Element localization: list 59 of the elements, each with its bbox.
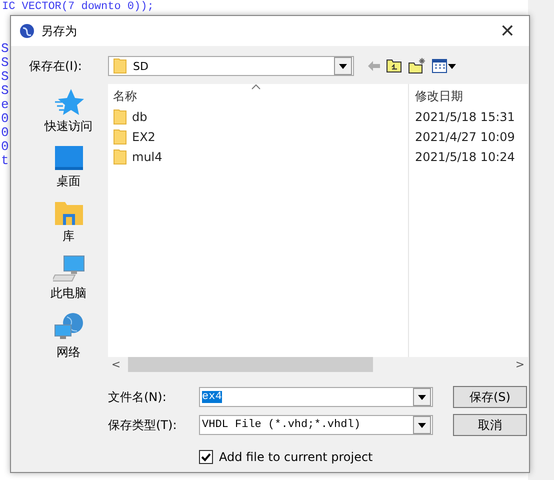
close-button[interactable]: ✕ [494,20,521,42]
code-fragment: 0 [1,126,9,139]
place-item[interactable]: 网络 [52,312,84,361]
code-fragment: e [1,98,9,111]
monitor-icon [54,145,84,171]
save-button[interactable]: 保存(S) [453,386,527,408]
view-menu-icon[interactable] [432,59,456,73]
code-fragment: S [1,70,9,83]
up-folder-icon[interactable] [386,59,402,73]
globe-icon [19,23,35,39]
code-fragment: S [1,56,9,69]
file-name[interactable]: db [132,110,148,124]
modified-date: 2021/5/18 10:24 [415,150,515,164]
checkbox-label: Add file to current project [219,450,373,464]
code-fragment: S [1,42,9,55]
code-fragment: t [1,154,9,167]
column-header[interactable]: 名称 [113,88,408,107]
folder-icon [113,149,127,165]
scroll-right-button[interactable]: > [512,358,528,371]
window-title: 另存为 [41,22,78,40]
save-type-label: 保存类型(T): [108,416,178,434]
new-folder-icon[interactable] [408,58,426,74]
dropdown-button[interactable] [413,416,431,434]
folder-icon [113,109,127,125]
folder-icon [113,129,127,145]
code-line: IC VECTOR(7 downto 0)); [2,0,154,14]
save-in-label: 保存在(I): [29,58,83,74]
dropdown-button[interactable] [413,388,431,406]
save-in-dropdown[interactable]: SD [108,56,354,76]
file-name-field[interactable]: ex4 [199,387,433,407]
file-name[interactable]: mul4 [132,150,162,164]
computer-icon [52,255,84,283]
sort-caret-icon [251,84,261,90]
modified-date: 2021/4/27 10:09 [415,130,515,144]
caret-down-icon [418,394,426,400]
caret-down-icon [339,64,347,68]
place-item[interactable]: 桌面 [54,145,84,190]
star-icon [54,88,84,116]
horizontal-scrollbar[interactable]: < > [108,357,528,372]
scroll-thumb[interactable] [128,357,373,372]
scroll-left-button[interactable]: < [108,358,124,371]
folder-icon [54,200,84,226]
code-fragment: 0 [1,112,9,125]
folder-icon [113,58,127,74]
dropdown-button[interactable] [334,57,352,75]
caret-down-icon [418,422,426,428]
code-fragment: S [1,84,9,97]
checkbox[interactable] [199,450,213,464]
file-name-label: 文件名(N): [108,388,168,406]
place-item[interactable]: 此电脑 [50,255,86,302]
column-header[interactable]: 修改日期 [415,88,528,107]
code-fragment: 0 [1,140,9,153]
file-name[interactable]: EX2 [132,130,156,144]
place-item[interactable]: 快速访问 [44,88,92,135]
cancel-button[interactable]: 取消 [453,414,527,436]
place-item[interactable]: 库 [54,200,84,245]
modified-date: 2021/5/18 15:31 [415,110,515,124]
save-type-dropdown[interactable]: VHDL File (*.vhd;*.vhdl) [199,415,433,435]
network-icon [52,312,84,342]
